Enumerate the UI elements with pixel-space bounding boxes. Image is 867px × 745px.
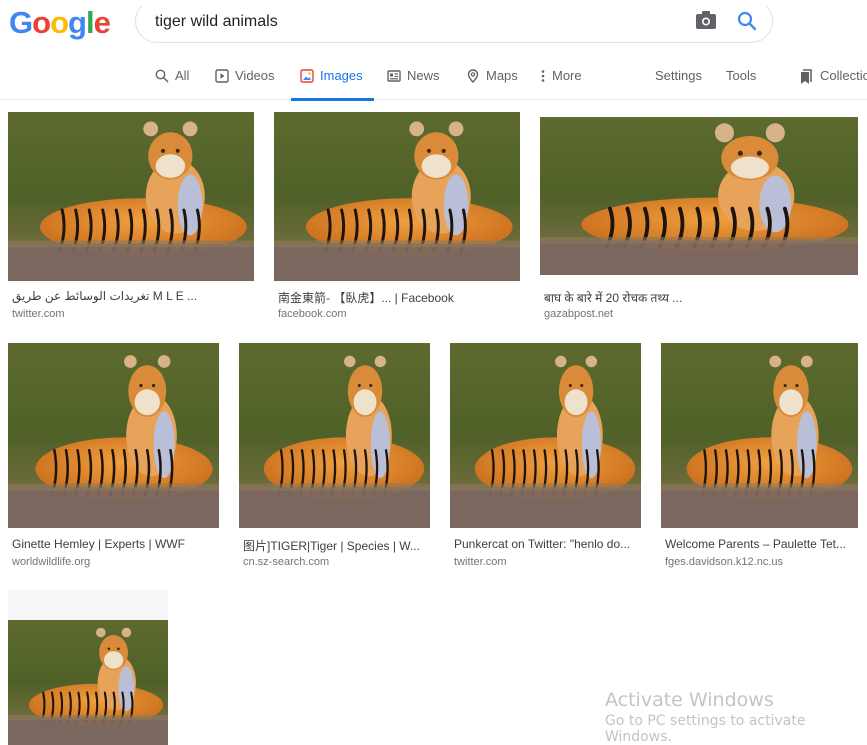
- search-input[interactable]: [155, 9, 675, 35]
- tab-more[interactable]: More: [540, 68, 582, 100]
- image-icon: [300, 69, 314, 83]
- tab-label: Videos: [235, 68, 275, 83]
- logo-letter: G: [9, 5, 33, 40]
- tiger-thumbnail-image[interactable]: [239, 343, 430, 528]
- tab-news[interactable]: News: [387, 68, 440, 100]
- search-icon: [155, 69, 169, 83]
- tab-all[interactable]: All: [155, 68, 189, 100]
- logo-letter: g: [68, 5, 87, 40]
- more-vert-icon: [541, 70, 545, 82]
- logo-letter: e: [93, 5, 111, 40]
- result-caption[interactable]: 图片]TIGER|Tiger | Species | W...: [243, 537, 426, 554]
- logo-letter: o: [32, 5, 51, 40]
- tiger-thumbnail-image[interactable]: [8, 343, 219, 528]
- news-icon: [387, 70, 401, 82]
- tab-maps[interactable]: Maps: [466, 68, 518, 100]
- tab-label: News: [407, 68, 440, 83]
- result-source: fges.davidson.k12.nc.us: [665, 556, 784, 568]
- result-caption[interactable]: Ginette Hemley | Experts | WWF: [12, 537, 215, 551]
- tools-label: Tools: [726, 68, 757, 83]
- search-icon[interactable]: [736, 10, 758, 32]
- tiger-thumbnail-image[interactable]: [450, 343, 641, 528]
- tiger-thumbnail-image[interactable]: [661, 343, 858, 528]
- tiger-thumbnail-image[interactable]: [540, 117, 858, 275]
- result-caption[interactable]: बाघ के बारे में 20 रोचक तथ्य ...: [544, 289, 854, 306]
- tab-videos[interactable]: Videos: [215, 68, 275, 100]
- collections-label: Collections: [820, 68, 867, 83]
- result-source: twitter.com: [12, 308, 65, 320]
- search-box: [135, 0, 773, 43]
- result-source: worldwildlife.org: [12, 556, 91, 568]
- google-logo[interactable]: Google: [9, 5, 111, 41]
- tiger-thumbnail-image[interactable]: [8, 620, 168, 745]
- result-caption[interactable]: تغريدات الوسائط عن طريق M L E ...: [12, 289, 250, 303]
- settings-button[interactable]: Settings: [655, 68, 702, 100]
- bookmark-icon: [801, 69, 812, 84]
- result-source: cn.sz-search.com: [243, 556, 330, 568]
- tab-label: Images: [320, 68, 363, 83]
- tab-label: Maps: [486, 68, 518, 83]
- result-caption[interactable]: 南金東箭- 【臥虎】... | Facebook: [278, 289, 516, 306]
- collections-button[interactable]: Collections: [800, 68, 867, 100]
- result-source: facebook.com: [278, 308, 347, 320]
- map-pin-icon: [467, 69, 479, 83]
- activate-windows-subtitle: Go to PC settings to activate Windows.: [605, 713, 806, 745]
- tiger-thumbnail-image[interactable]: [274, 112, 520, 281]
- logo-letter: l: [85, 5, 95, 40]
- result-source: twitter.com: [454, 556, 507, 568]
- tab-label: All: [175, 68, 190, 83]
- image-placeholder: [8, 590, 168, 620]
- tab-images[interactable]: Images: [291, 68, 374, 101]
- camera-icon[interactable]: [696, 11, 716, 29]
- result-caption[interactable]: Punkercat on Twitter: "henlo do...: [454, 537, 637, 551]
- search-tabs: All Videos Images News Maps More Setting…: [0, 60, 867, 101]
- activate-windows-title: Activate Windows: [605, 689, 774, 711]
- result-caption[interactable]: Welcome Parents – Paulette Tet...: [665, 537, 854, 551]
- logo-letter: o: [50, 5, 69, 40]
- result-source: gazabpost.net: [544, 308, 614, 320]
- tab-label: More: [552, 68, 582, 83]
- tools-button[interactable]: Tools: [726, 68, 756, 100]
- settings-label: Settings: [655, 68, 702, 83]
- tiger-thumbnail-image[interactable]: [8, 112, 254, 281]
- play-icon: [215, 69, 229, 83]
